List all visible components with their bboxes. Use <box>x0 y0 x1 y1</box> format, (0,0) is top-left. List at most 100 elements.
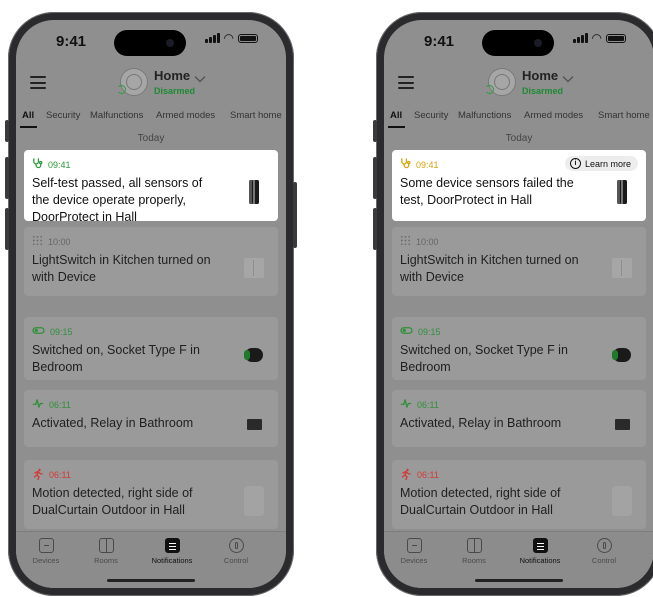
event-meta: 06:11 <box>400 398 439 411</box>
event-meta: 10:00 <box>32 235 71 248</box>
light-switch-image <box>244 257 264 278</box>
toggle-icon <box>400 325 413 338</box>
event-time: 06:11 <box>49 399 71 410</box>
power-button <box>293 182 297 248</box>
nav-label: Control <box>223 556 249 565</box>
nav-control[interactable]: Control <box>206 538 266 565</box>
hub-online-icon <box>117 85 126 94</box>
cellular-signal-icon <box>204 33 220 43</box>
stethoscope-icon <box>32 158 43 171</box>
volume-up-button <box>373 157 377 199</box>
event-time: 09:41 <box>416 159 439 170</box>
event-card[interactable]: 10:00 LightSwitch in Kitchen turned on wi… <box>392 227 646 296</box>
app-screen-self-test-passed: 9:41 ◠ Home Disarmed All Security Malfunctions… <box>16 20 286 588</box>
nav-rooms[interactable]: Rooms <box>76 538 136 565</box>
app-header: Home Disarmed <box>16 64 286 104</box>
event-card[interactable]: 06:11 Activated, Relay in Bathroom <box>392 390 646 447</box>
event-message: LightSwitch in Kitchen turned on with De… <box>400 253 579 284</box>
space-title[interactable]: Home <box>154 68 190 83</box>
status-bar: 9:41 ◠ <box>16 20 286 64</box>
dynamic-island <box>114 30 186 56</box>
nav-label: Rooms <box>94 556 118 565</box>
learn-more-button[interactable]: i Learn more <box>564 156 638 171</box>
nav-label: Devices <box>32 556 60 565</box>
event-meta: 10:00 <box>400 235 439 248</box>
nav-label: Devices <box>400 556 428 565</box>
tab-malfunctions[interactable]: Malfunctions <box>90 110 143 121</box>
camera-dot <box>534 39 542 47</box>
event-meta: 06:11 <box>400 468 439 482</box>
nav-rooms[interactable]: Rooms <box>444 538 504 565</box>
tab-armed-modes[interactable]: Armed modes <box>524 110 583 121</box>
space-title[interactable]: Home <box>522 68 558 83</box>
event-time: 06:11 <box>49 470 71 480</box>
home-indicator <box>107 579 195 582</box>
tab-malfunctions[interactable]: Malfunctions <box>458 110 511 121</box>
status-icons: ◠ <box>572 31 626 45</box>
silent-switch <box>373 120 377 142</box>
day-header: Today <box>505 133 533 144</box>
menu-icon[interactable] <box>398 76 414 89</box>
tab-smart-home[interactable]: Smart home <box>598 110 650 121</box>
curtain-sensor-image <box>244 485 264 516</box>
status-icons: ◠ <box>204 32 258 44</box>
bottom-navigation: Devices Rooms Notifications Control <box>16 531 286 588</box>
tab-all[interactable]: All <box>19 110 38 128</box>
wifi-icon: ◠ <box>591 31 602 45</box>
event-card[interactable]: 06:11 Motion detected, right side of Dual… <box>24 460 278 529</box>
security-status: Disarmed <box>522 86 564 96</box>
tab-armed-modes[interactable]: Armed modes <box>156 110 215 121</box>
filter-tabs: All Security Malfunctions Armed modes Smart … <box>16 108 286 130</box>
pulse-icon <box>400 398 412 411</box>
home-indicator <box>475 579 563 582</box>
keypad-icon <box>32 235 43 248</box>
nav-devices[interactable]: Devices <box>384 538 444 565</box>
notifications-icon <box>532 538 548 553</box>
event-time: 09:15 <box>418 326 441 337</box>
tab-all[interactable]: All <box>387 110 406 128</box>
event-meta: 09:15 <box>400 325 441 338</box>
devices-icon <box>38 538 54 553</box>
nav-label: Notifications <box>519 556 561 565</box>
rooms-icon <box>466 538 482 553</box>
tab-security[interactable]: Security <box>46 110 80 121</box>
toggle-icon <box>32 325 45 338</box>
tab-smart-home[interactable]: Smart home <box>230 110 282 121</box>
volume-up-button <box>5 157 9 199</box>
status-bar: 9:41 ◠ <box>384 20 653 64</box>
nav-notifications[interactable]: Notifications <box>142 538 202 565</box>
control-icon <box>596 538 612 553</box>
menu-icon[interactable] <box>30 76 46 89</box>
event-time: 09:41 <box>48 159 71 170</box>
event-time: 09:15 <box>50 326 73 337</box>
nav-devices[interactable]: Devices <box>16 538 76 565</box>
info-icon: i <box>569 158 581 169</box>
phone-mockup-left: 9:41 ◠ Home Disarmed All Security Malfunctions… <box>5 12 297 596</box>
tab-security[interactable]: Security <box>414 110 448 121</box>
bottom-navigation: Devices Rooms Notifications Control <box>384 531 653 588</box>
event-time: 06:11 <box>417 470 439 480</box>
event-message: Switched on, Socket Type F in Bedroom <box>400 343 568 374</box>
event-card[interactable]: 06:11 Activated, Relay in Bathroom <box>24 390 278 447</box>
event-card[interactable]: 10:00 LightSwitch in Kitchen turned on wi… <box>24 227 278 296</box>
event-card[interactable]: 09:41 Self-test passed, all sensors of th… <box>24 150 278 224</box>
status-time: 9:41 <box>424 33 455 50</box>
chevron-down-icon[interactable] <box>562 72 574 86</box>
event-card[interactable]: 06:11 Motion detected, right side of Dual… <box>392 460 646 529</box>
event-card[interactable]: 09:15 Switched on, Socket Type F in Bedro… <box>392 317 646 380</box>
chevron-down-icon[interactable] <box>194 72 206 86</box>
event-message: Activated, Relay in Bathroom <box>400 416 562 430</box>
curtain-sensor-image <box>612 485 632 516</box>
nav-control[interactable]: Control <box>574 538 634 565</box>
event-meta: 06:11 <box>32 468 71 482</box>
event-card[interactable]: 09:41 i Learn more Some device sensors fail… <box>392 150 646 221</box>
event-card[interactable]: 09:15 Switched on, Socket Type F in Bedro… <box>24 317 278 380</box>
event-meta: 09:41 <box>32 158 71 171</box>
phone-mockup-right: 9:41 ◠ Home Disarmed All Security Malfunctions… <box>373 12 653 596</box>
control-icon <box>228 538 244 553</box>
dynamic-island <box>482 30 554 56</box>
app-header: Home Disarmed <box>384 64 653 104</box>
event-time: 10:00 <box>416 236 439 247</box>
event-message: Self-test passed, all sensors of the dev… <box>32 176 203 224</box>
nav-notifications[interactable]: Notifications <box>510 538 570 565</box>
